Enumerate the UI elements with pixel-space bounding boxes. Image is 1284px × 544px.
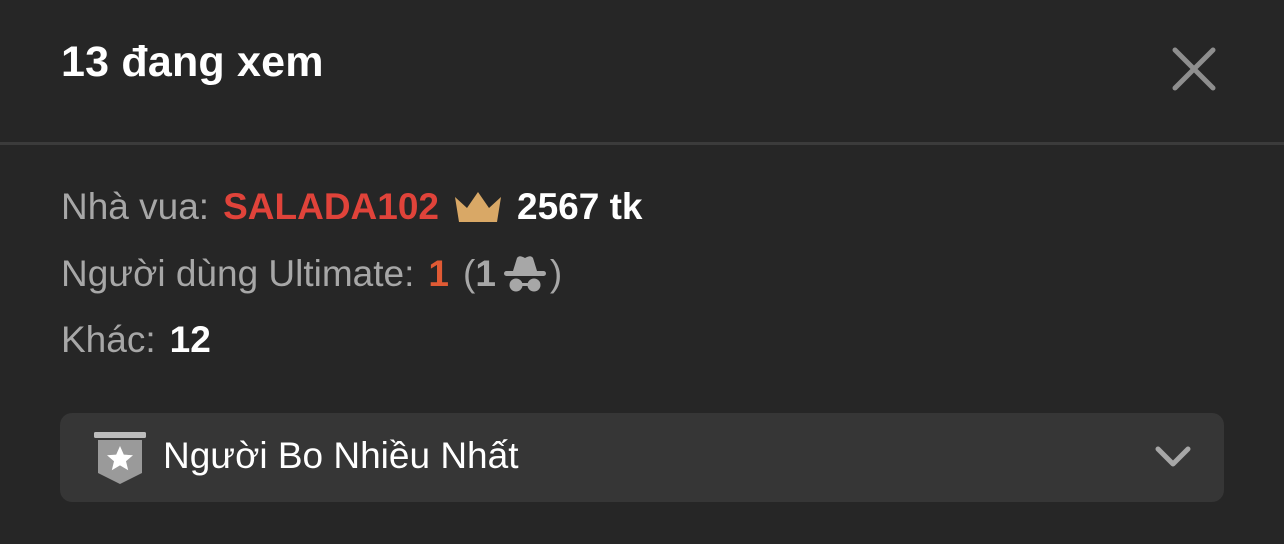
king-label: Nhà vua:: [61, 186, 210, 227]
top-tipper-dropdown[interactable]: Người Bo Nhiều Nhất: [60, 413, 1224, 502]
chevron-down-icon: [1155, 446, 1191, 467]
crown-icon: [455, 192, 501, 222]
viewers-panel: 13 đang xem Nhà vua: SALADA102 2567 tk N…: [0, 0, 1284, 544]
ultimate-count: 1: [428, 253, 449, 294]
other-label: Khác:: [61, 319, 156, 360]
close-icon: [1172, 47, 1216, 91]
ultimate-row: Người dùng Ultimate: 1 ( 1 ): [61, 250, 562, 298]
open-paren: (: [462, 253, 476, 294]
viewer-count-title: 13 đang xem: [61, 38, 324, 86]
king-tokens: 2567 tk: [517, 186, 643, 227]
star-badge-icon: [94, 432, 146, 484]
king-username[interactable]: SALADA102: [223, 186, 439, 228]
anonymous-count: 1: [475, 253, 496, 294]
other-count: 12: [169, 319, 211, 360]
other-row: Khác: 12: [61, 316, 211, 364]
dropdown-label: Người Bo Nhiều Nhất: [163, 435, 519, 476]
ultimate-label: Người dùng Ultimate:: [61, 253, 415, 294]
close-paren: ): [549, 253, 563, 294]
king-row: Nhà vua: SALADA102 2567 tk: [61, 183, 643, 231]
close-button[interactable]: [1166, 41, 1222, 97]
header-divider: [0, 142, 1284, 145]
panel-header: 13 đang xem: [0, 0, 1284, 143]
incognito-icon: [503, 256, 546, 292]
